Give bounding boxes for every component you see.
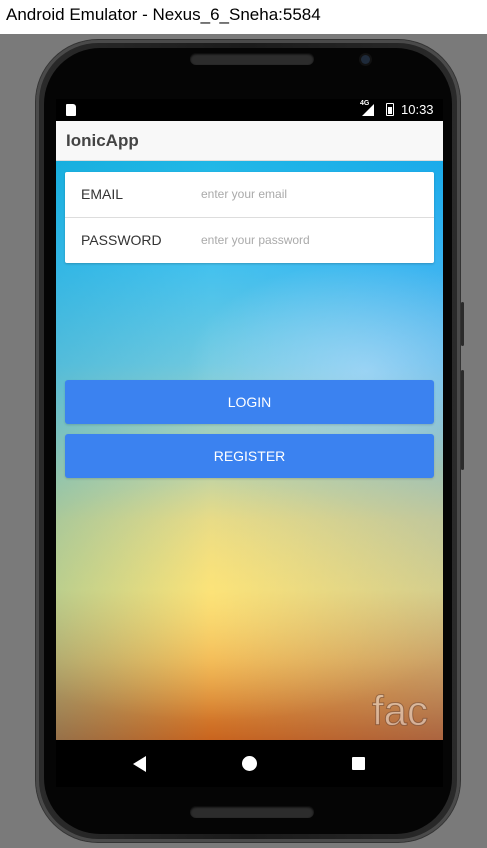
login-content: EMAIL PASSWORD LOGIN REGISTER fac — [56, 161, 443, 740]
bottom-speaker — [190, 806, 314, 818]
power-button[interactable] — [461, 302, 464, 346]
back-icon[interactable] — [133, 756, 146, 772]
email-label: EMAIL — [81, 186, 124, 202]
battery-icon — [386, 103, 394, 116]
volume-button[interactable] — [461, 370, 464, 470]
sd-card-icon — [66, 104, 76, 116]
watermark-text: fac — [371, 687, 429, 735]
login-button[interactable]: LOGIN — [65, 380, 434, 424]
login-form: EMAIL PASSWORD — [65, 172, 434, 263]
status-clock: 10:33 — [401, 102, 434, 117]
app-title: IonicApp — [66, 131, 139, 150]
app-header: IonicApp — [56, 121, 443, 161]
register-button[interactable]: REGISTER — [65, 434, 434, 478]
email-row[interactable]: EMAIL — [65, 172, 434, 218]
network-type: 4G — [360, 100, 370, 107]
emulator-window-title: Android Emulator - Nexus_6_Sneha:5584 — [0, 0, 487, 34]
home-icon[interactable] — [242, 756, 257, 771]
email-input[interactable] — [201, 182, 421, 206]
password-label: PASSWORD — [81, 232, 162, 248]
front-camera — [361, 55, 370, 64]
password-input[interactable] — [201, 228, 421, 252]
status-bar: 4G 10:33 — [56, 99, 443, 121]
recents-icon[interactable] — [352, 757, 365, 770]
device-screen: 4G 10:33 IonicApp EMAIL PASSWORD LOGIN R… — [56, 99, 443, 787]
top-speaker — [190, 53, 314, 65]
navigation-bar — [56, 740, 443, 787]
password-row[interactable]: PASSWORD — [65, 218, 434, 263]
